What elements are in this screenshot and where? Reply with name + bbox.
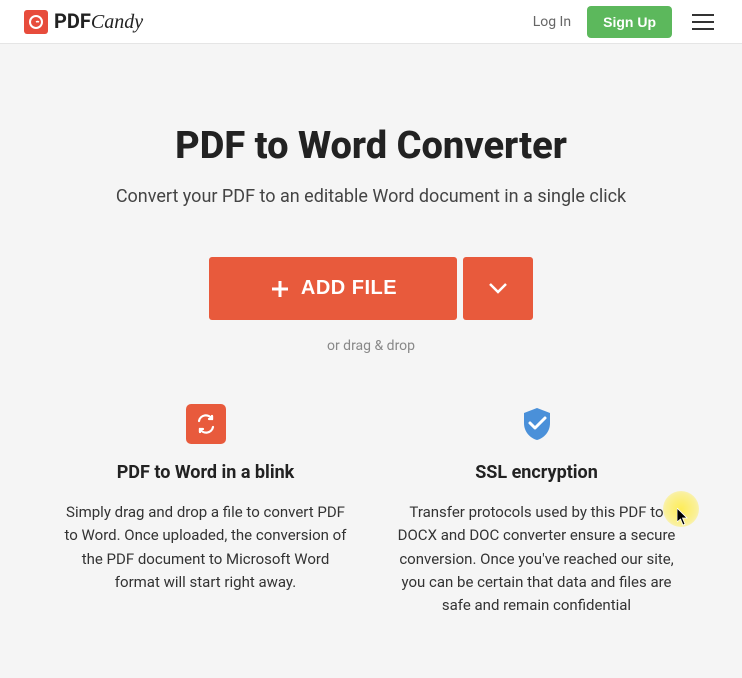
- header-actions: Log In Sign Up: [533, 6, 718, 38]
- convert-icon: [186, 404, 226, 444]
- page-title: PDF to Word Converter: [40, 124, 702, 168]
- upload-buttons: ADD FILE: [40, 257, 702, 320]
- signup-button[interactable]: Sign Up: [587, 6, 672, 38]
- logo-text: PDFCandy: [54, 9, 143, 34]
- main-content: PDF to Word Converter Convert your PDF t…: [0, 44, 742, 617]
- chevron-down-icon: [489, 283, 507, 294]
- header: PDFCandy Log In Sign Up: [0, 0, 742, 44]
- upload-dropdown-button[interactable]: [463, 257, 533, 320]
- feature-title: SSL encryption: [391, 462, 682, 483]
- menu-button[interactable]: [688, 10, 718, 34]
- hamburger-icon: [692, 14, 714, 30]
- feature-ssl: SSL encryption Transfer protocols used b…: [391, 404, 682, 617]
- logo[interactable]: PDFCandy: [24, 9, 143, 34]
- feature-convert: PDF to Word in a blink Simply drag and d…: [60, 404, 351, 617]
- feature-description: Transfer protocols used by this PDF to D…: [391, 501, 682, 617]
- drag-drop-hint: or drag & drop: [40, 338, 702, 354]
- logo-icon: [24, 10, 48, 34]
- feature-description: Simply drag and drop a file to convert P…: [60, 501, 351, 594]
- features-row: PDF to Word in a blink Simply drag and d…: [40, 404, 702, 617]
- feature-title: PDF to Word in a blink: [60, 462, 351, 483]
- login-link[interactable]: Log In: [533, 14, 571, 30]
- page-subtitle: Convert your PDF to an editable Word doc…: [40, 186, 702, 207]
- plus-icon: [269, 278, 291, 300]
- add-file-button[interactable]: ADD FILE: [209, 257, 457, 320]
- shield-icon: [517, 404, 557, 444]
